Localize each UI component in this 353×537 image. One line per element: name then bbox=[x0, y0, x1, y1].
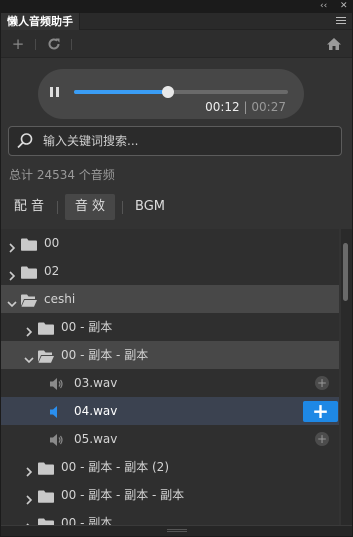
tab-dubbing[interactable]: 配 音 bbox=[9, 194, 49, 220]
folder-row[interactable]: 00 - 副本 - 副本 (2) bbox=[1, 453, 339, 481]
progress-fill bbox=[74, 90, 169, 94]
panel-bottom-bar bbox=[1, 525, 352, 536]
speaker-icon bbox=[49, 376, 64, 390]
progress-knob[interactable] bbox=[162, 86, 175, 98]
toolbar-divider bbox=[35, 39, 36, 50]
chevron-right-icon[interactable] bbox=[7, 238, 17, 253]
search-input[interactable] bbox=[43, 132, 333, 150]
folder-label: ceshi bbox=[44, 292, 76, 306]
tab-divider bbox=[57, 201, 58, 214]
hamburger-menu-icon[interactable] bbox=[336, 17, 346, 26]
folder-icon bbox=[38, 320, 54, 335]
chevron-right-icon[interactable] bbox=[7, 266, 17, 281]
folder-row[interactable]: 00 bbox=[1, 229, 339, 257]
add-icon[interactable]: + bbox=[9, 35, 27, 53]
panel-tab-title[interactable]: 懒人音频助手 bbox=[1, 13, 80, 30]
refresh-icon[interactable] bbox=[45, 35, 63, 53]
folder-label: 02 bbox=[44, 264, 60, 278]
time-separator: | bbox=[243, 100, 248, 114]
scrollbar[interactable] bbox=[341, 229, 352, 535]
audio-file-row[interactable]: 04.wav + bbox=[1, 397, 339, 425]
folder-icon bbox=[21, 236, 37, 251]
folder-icon bbox=[21, 264, 37, 279]
add-to-timeline-icon[interactable]: + bbox=[315, 376, 329, 390]
file-label: 03.wav bbox=[74, 376, 118, 390]
folder-row[interactable]: 00 - 副本 - 副本 bbox=[1, 341, 339, 369]
folder-open-icon bbox=[38, 348, 54, 363]
add-to-timeline-button[interactable]: + bbox=[303, 401, 338, 422]
folder-icon bbox=[38, 488, 54, 503]
collapse-panel-icon[interactable]: ‹‹ bbox=[320, 1, 327, 11]
time-display: 00:12 | 00:27 bbox=[205, 100, 286, 114]
folder-row[interactable]: 00 - 副本 - 副本 - 副本 bbox=[1, 481, 339, 509]
folder-label: 00 - 副本 - 副本 (2) bbox=[61, 460, 170, 474]
total-count: 总计 24534 个音频 bbox=[9, 168, 115, 182]
folder-open-icon bbox=[21, 292, 37, 307]
speaker-icon bbox=[49, 432, 64, 446]
folder-label: 00 - 副本 - 副本 - 副本 bbox=[61, 488, 185, 502]
chevron-right-icon[interactable] bbox=[24, 490, 34, 505]
progress-track[interactable] bbox=[74, 86, 288, 98]
close-panel-icon[interactable]: ✕ bbox=[340, 1, 348, 11]
scrollbar-thumb[interactable] bbox=[343, 243, 348, 301]
chevron-right-icon[interactable] bbox=[24, 322, 34, 337]
toolbar: + bbox=[1, 30, 352, 58]
file-label: 05.wav bbox=[74, 432, 118, 446]
folder-label: 00 - 副本 - 副本 bbox=[61, 348, 149, 362]
tab-sound-effects[interactable]: 音 效 bbox=[65, 194, 115, 220]
audio-file-row[interactable]: 03.wav + bbox=[1, 369, 339, 397]
folder-row[interactable]: 02 bbox=[1, 257, 339, 285]
folder-row[interactable]: 00 - 副本 bbox=[1, 313, 339, 341]
folder-icon bbox=[38, 460, 54, 475]
folder-label: 00 - 副本 bbox=[61, 320, 113, 334]
folder-label: 00 bbox=[44, 236, 60, 250]
panel-tab-bar: 懒人音频助手 bbox=[1, 13, 352, 30]
search-icon[interactable] bbox=[16, 132, 34, 150]
audio-player: 00:12 | 00:27 bbox=[38, 69, 304, 119]
search-box bbox=[8, 126, 342, 156]
duration: 00:27 bbox=[251, 100, 286, 114]
resize-grip[interactable] bbox=[167, 529, 187, 532]
file-label: 04.wav bbox=[74, 404, 118, 418]
speaker-icon bbox=[49, 404, 64, 418]
pause-icon[interactable] bbox=[50, 87, 60, 97]
folder-row[interactable]: ceshi bbox=[1, 285, 339, 313]
home-icon[interactable] bbox=[325, 35, 343, 53]
category-tabs: 配 音 音 效 BGM bbox=[1, 194, 352, 220]
tab-bgm[interactable]: BGM bbox=[128, 194, 172, 220]
audio-file-row[interactable]: 05.wav + bbox=[1, 425, 339, 453]
chevron-down-icon[interactable] bbox=[24, 350, 34, 364]
current-time: 00:12 bbox=[205, 100, 240, 114]
chevron-down-icon[interactable] bbox=[7, 294, 17, 308]
add-to-timeline-icon[interactable]: + bbox=[315, 432, 329, 446]
chevron-right-icon[interactable] bbox=[24, 462, 34, 477]
window-top-strip: ‹‹ ✕ bbox=[0, 0, 353, 13]
tab-divider bbox=[122, 201, 123, 214]
audio-helper-panel: 懒人音频助手 + 00:12 | 00:27 总计 24534 个音频 配 音 … bbox=[1, 13, 352, 536]
audio-tree: 00 02 ceshi 00 - 副本 00 - 副本 - 副本 03.wav +04.wa… bbox=[1, 229, 339, 535]
toolbar-divider bbox=[71, 39, 72, 50]
